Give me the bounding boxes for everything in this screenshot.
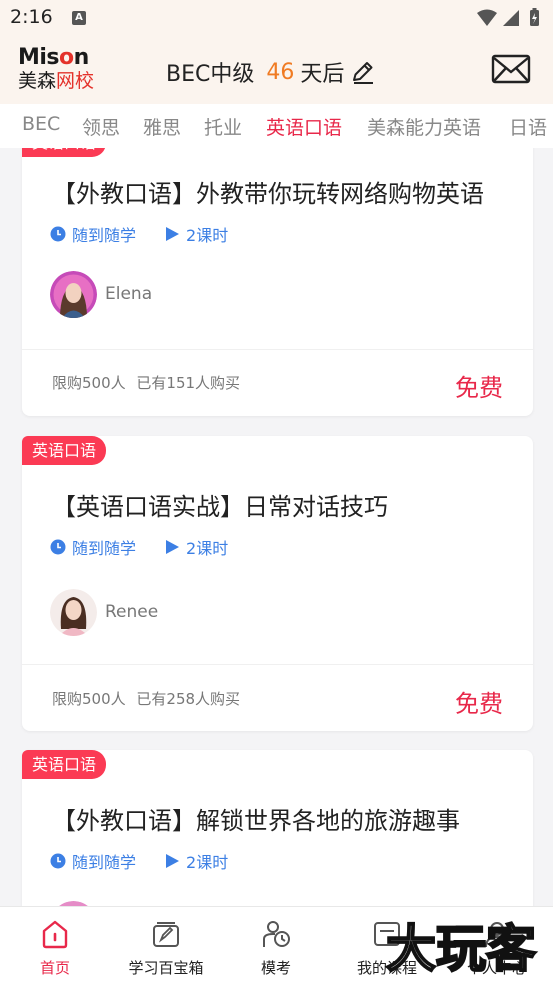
course-mode: 随到随学 [72,226,137,245]
course-badge: 英语口语 [22,436,107,465]
tab-linguaskill[interactable]: 领思 [82,113,120,140]
play-icon [166,540,180,554]
course-meta: 随到随学 2课时 [50,223,228,245]
exam-countdown[interactable]: BEC中级 46 天后 [166,57,376,87]
nav-label: 首页 [39,959,70,977]
course-list[interactable]: 英语口语 【外教口语】外教带你玩转网络购物英语 随到随学 2课时 Elena 限… [0,148,553,906]
course-card[interactable]: 英语口语 【英语口语实战】日常对话技巧 随到随学 2课时 Renee 限购500… [22,436,533,731]
teacher-name: Renee [105,602,159,622]
tab-bec[interactable]: BEC [22,113,60,135]
course-mode: 随到随学 [72,539,137,558]
app-header: Mison 美森网校 BEC中级 46 天后 [0,36,553,104]
course-card[interactable]: 英语口语 【外教口语】解锁世界各地的旅游趣事 随到随学 2课时 [22,750,533,906]
home-icon [42,920,68,949]
brand-logo[interactable]: Mison 美森网校 [18,46,108,96]
nav-mock-exam[interactable]: 模考 [221,907,331,984]
teacher-info: Elena [50,270,152,318]
purchase-info: 限购500人 已有258人购买 [52,688,240,709]
course-price[interactable]: 免费 [455,368,503,403]
tab-mison-ability[interactable]: 美森能力英语 [367,113,481,140]
exam-days: 46 [266,59,295,85]
purchase-limit: 限购500人 [52,374,126,392]
top-area: 2:16 A Mison 美森网校 BEC中级 46 天后 [0,0,553,104]
course-lessons: 2课时 [186,539,229,558]
course-meta: 随到随学 2课时 [50,850,228,872]
mock-exam-icon [263,921,290,947]
purchase-count: 已有258人购买 [136,690,241,708]
edit-icon[interactable] [350,59,376,85]
course-meta: 随到随学 2课时 [50,536,228,558]
course-price[interactable]: 免费 [455,684,503,719]
teacher-name: Elena [105,284,153,304]
nav-home[interactable]: 首页 [0,907,110,984]
purchase-count: 已有151人购买 [136,374,241,392]
course-title: 【英语口语实战】日常对话技巧 [52,493,388,521]
tab-toeic[interactable]: 托业 [204,113,242,140]
play-icon [166,854,180,868]
watermark-logo: 大玩客 [385,919,537,979]
course-title: 【外教口语】解锁世界各地的旅游趣事 [52,807,460,835]
course-lessons: 2课时 [186,226,229,245]
play-icon [166,227,180,241]
clock-icon [50,226,66,242]
tab-spoken-english[interactable]: 英语口语 [266,113,342,140]
category-tabs: BEC 领思 雅思 托业 英语口语 美森能力英语 日语 [0,104,553,148]
card-divider [22,664,533,665]
tab-ielts[interactable]: 雅思 [143,113,181,140]
tab-japanese[interactable]: 日语 [509,113,547,140]
course-lessons: 2课时 [186,853,229,872]
nav-label: 学习百宝箱 [128,959,204,977]
exam-days-suffix: 天后 [300,62,345,87]
status-icons [477,8,539,26]
mail-icon[interactable] [491,53,531,85]
clock-icon [50,539,66,555]
exam-name: BEC中级 [166,62,255,87]
toolbox-icon [153,922,179,947]
course-mode: 随到随学 [72,853,137,872]
status-time: 2:16 [10,6,53,28]
course-badge: 英语口语 [22,148,107,157]
purchase-limit: 限购500人 [52,690,126,708]
status-bar: 2:16 A [0,0,553,36]
card-divider [22,349,533,350]
purchase-info: 限购500人 已有151人购买 [52,372,240,393]
nav-toolbox[interactable]: 学习百宝箱 [111,907,221,984]
teacher-avatar [50,588,97,636]
watermark-text: 大玩客 [386,920,536,978]
course-card[interactable]: 英语口语 【外教口语】外教带你玩转网络购物英语 随到随学 2课时 Elena 限… [22,148,533,416]
notification-icon: A [72,11,86,25]
teacher-avatar [50,270,97,318]
teacher-info: Renee [50,588,158,636]
course-title: 【外教口语】外教带你玩转网络购物英语 [52,180,484,208]
clock-icon [50,853,66,869]
course-badge: 英语口语 [22,750,107,779]
nav-label: 模考 [260,959,291,977]
